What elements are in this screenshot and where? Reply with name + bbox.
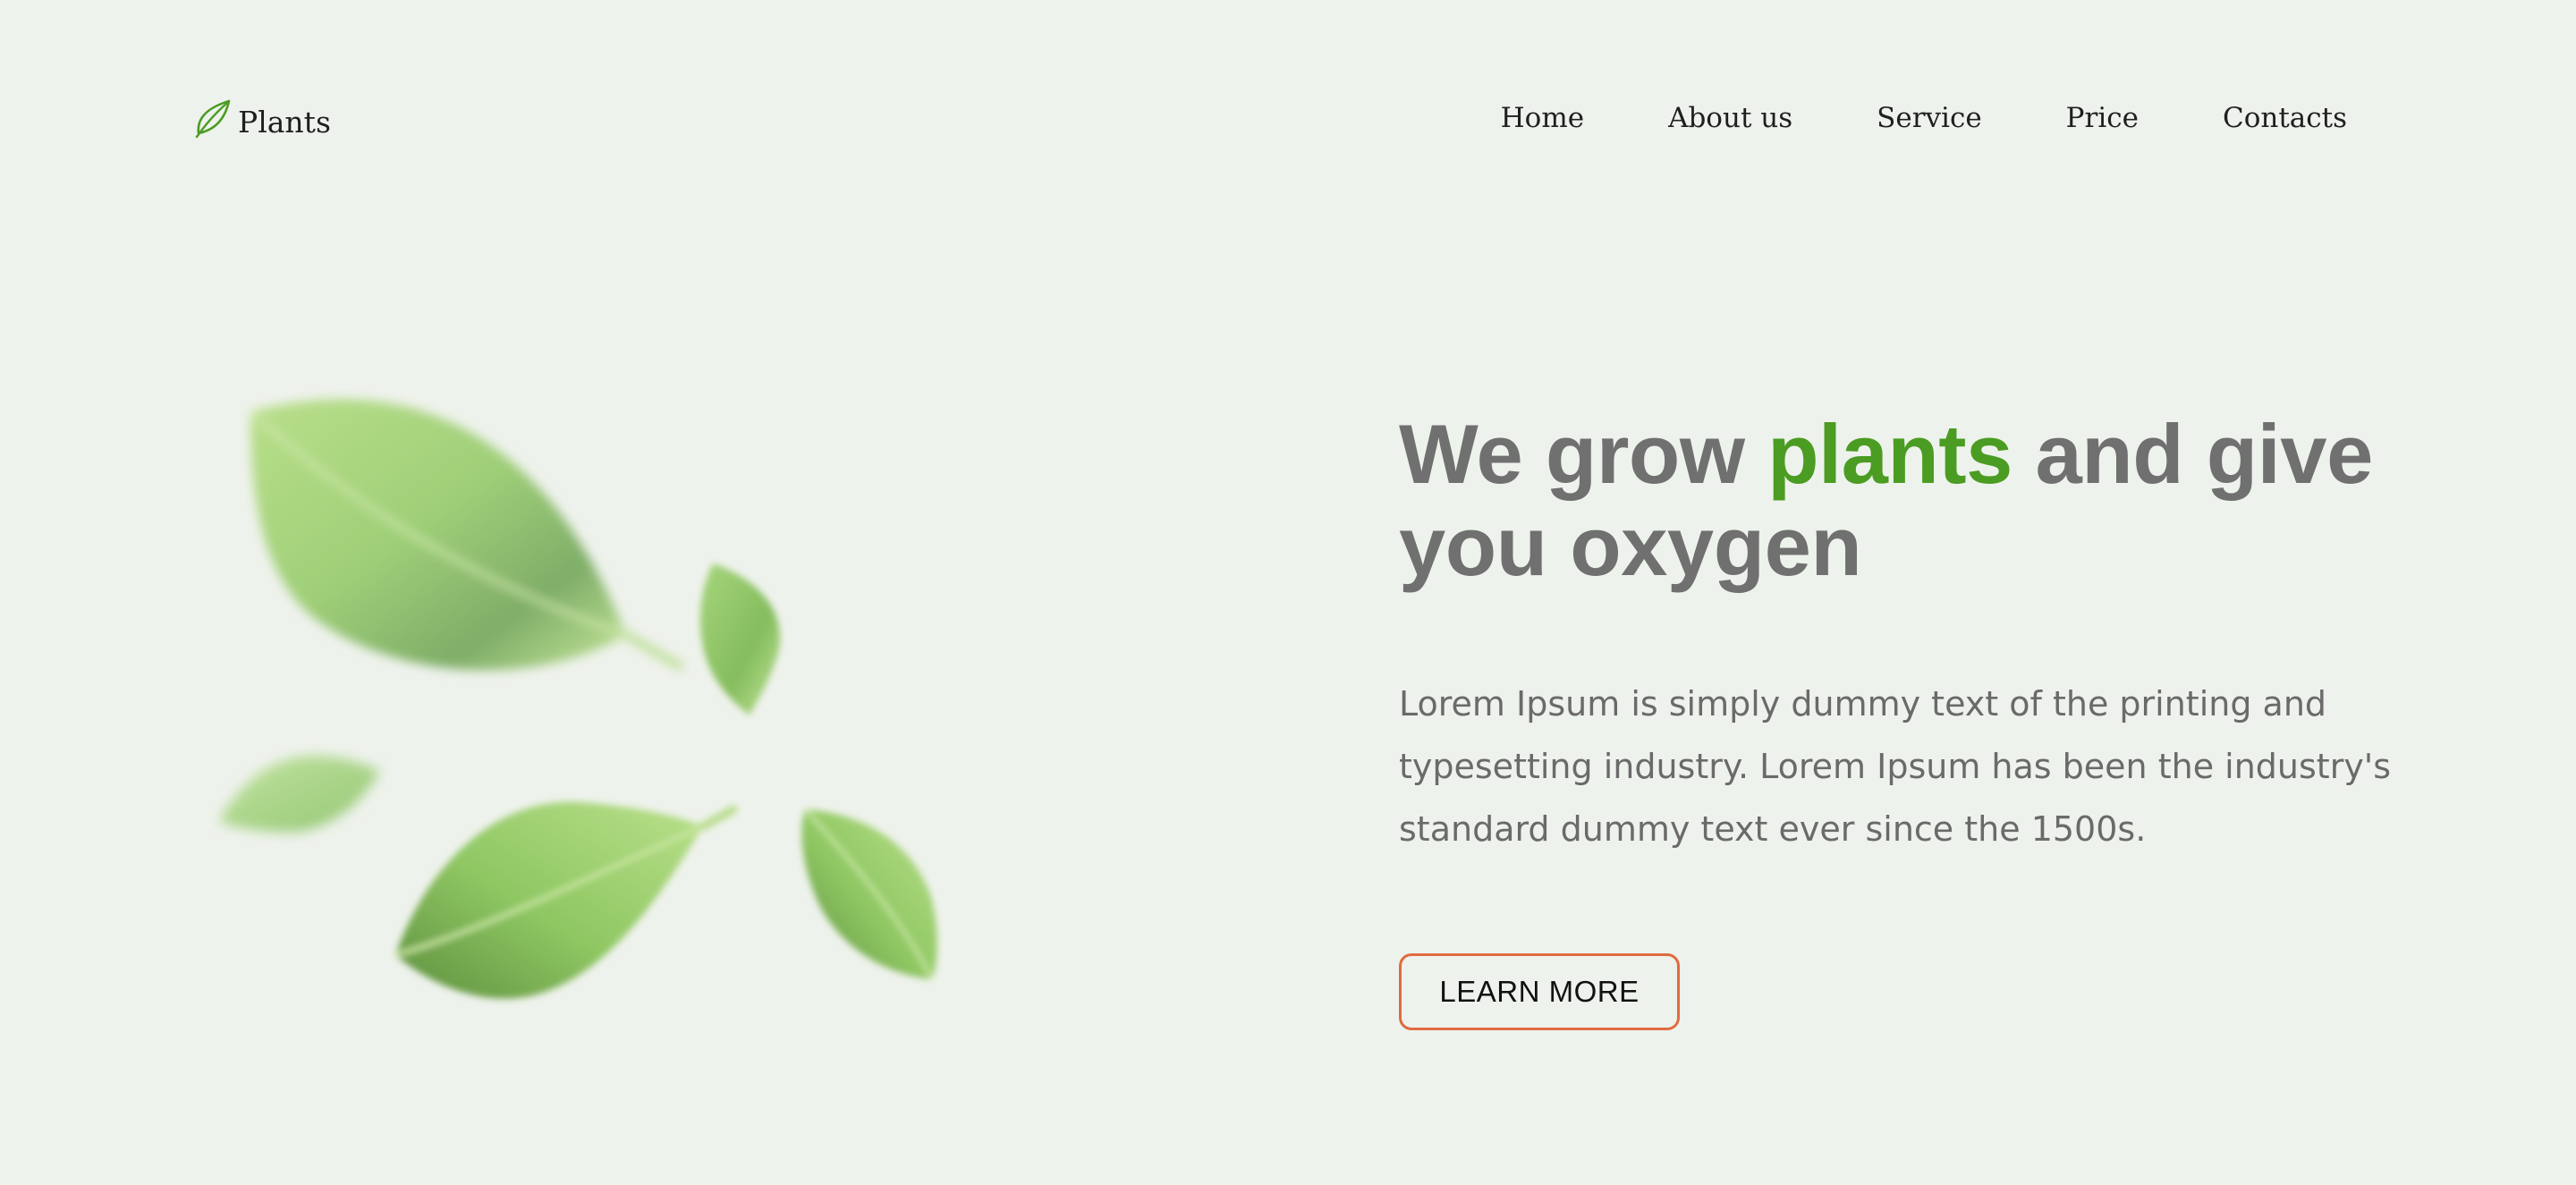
hero-title-accent: plants [1767, 407, 2012, 501]
bottom-leaf [394, 801, 738, 999]
small-right-leaf [699, 563, 781, 715]
hero-title: We grow plants and give you oxygen [1399, 408, 2436, 592]
brand-name: Plants [238, 104, 331, 140]
falling-leaves-illustration [161, 358, 1011, 1020]
nav-item-about-us[interactable]: About us [1668, 102, 1792, 134]
large-leaf [249, 399, 683, 671]
hero-description: Lorem Ipsum is simply dummy text of the … [1399, 684, 2392, 849]
hero-section: We grow plants and give you oxygen Lorem… [1399, 408, 2436, 1030]
tiny-left-leaf [219, 755, 380, 833]
logo-link[interactable]: Plants [193, 97, 331, 139]
nav-item-contacts[interactable]: Contacts [2223, 102, 2347, 134]
site-header: Plants Home About us Service Price Conta… [193, 86, 2383, 150]
nav-item-price[interactable]: Price [2066, 102, 2139, 134]
leaf-icon [193, 97, 234, 139]
main-nav: Home About us Service Price Contacts [1501, 102, 2347, 134]
bottom-right-leaf [801, 808, 937, 980]
nav-item-home[interactable]: Home [1501, 102, 1584, 134]
nav-item-service[interactable]: Service [1877, 102, 1982, 134]
learn-more-button[interactable]: LEARN MORE [1399, 953, 1680, 1030]
hero-title-start: We grow [1399, 407, 1768, 501]
